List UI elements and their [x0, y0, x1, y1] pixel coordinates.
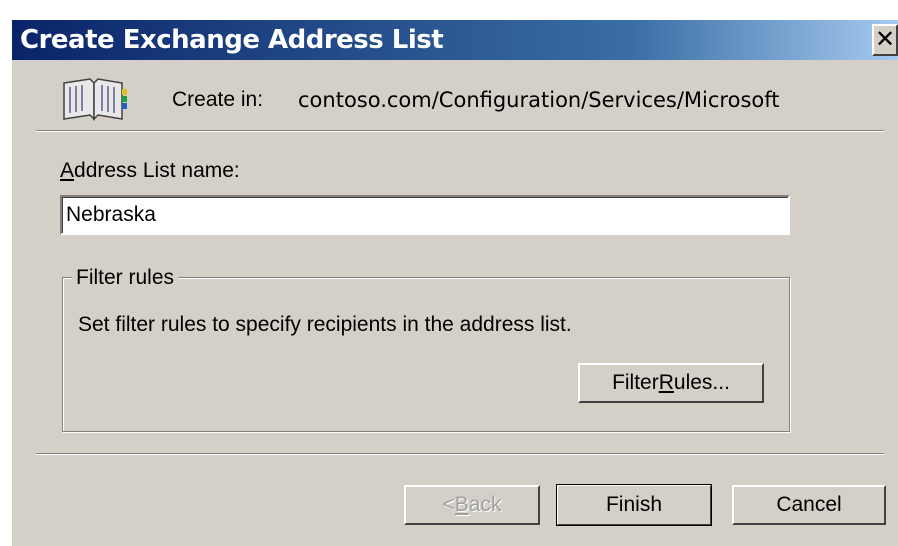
button-text: ack [468, 493, 502, 516]
address-list-name-input[interactable]: Nebraska [60, 195, 790, 235]
finish-button[interactable]: Finish [556, 484, 712, 526]
access-key: A [60, 159, 75, 182]
screen-background [0, 0, 898, 20]
close-icon: ✕ [874, 25, 896, 53]
button-text: < [442, 493, 455, 516]
back-button[interactable]: < Back [404, 485, 540, 525]
close-button[interactable]: ✕ [872, 24, 898, 56]
address-list-name-label: Address List name: [60, 159, 240, 183]
filter-rules-description: Set filter rules to specify recipients i… [78, 313, 572, 336]
cancel-button[interactable]: Cancel [732, 485, 886, 525]
filter-rules-button[interactable]: Filter Rules... [578, 363, 764, 403]
filter-rules-legend: Filter rules [72, 266, 179, 290]
title-bar[interactable]: Create Exchange Address List ✕ [12, 20, 898, 60]
button-text: Filter [612, 371, 659, 394]
label-text: ddress List name: [74, 159, 240, 182]
footer-divider [36, 453, 884, 455]
access-key: B [454, 493, 469, 516]
filter-rules-group [62, 277, 790, 432]
create-address-list-dialog: Create Exchange Address List ✕ Create in… [0, 0, 898, 546]
address-book-icon [63, 78, 127, 121]
header-divider [36, 130, 884, 132]
screen-background-left [0, 0, 12, 546]
create-in-path: contoso.com/Configuration/Services/Micro… [298, 88, 780, 112]
access-key: R [658, 371, 674, 394]
button-text: ules... [673, 371, 730, 394]
window-title: Create Exchange Address List [20, 25, 444, 55]
create-in-label: Create in: [172, 88, 264, 111]
